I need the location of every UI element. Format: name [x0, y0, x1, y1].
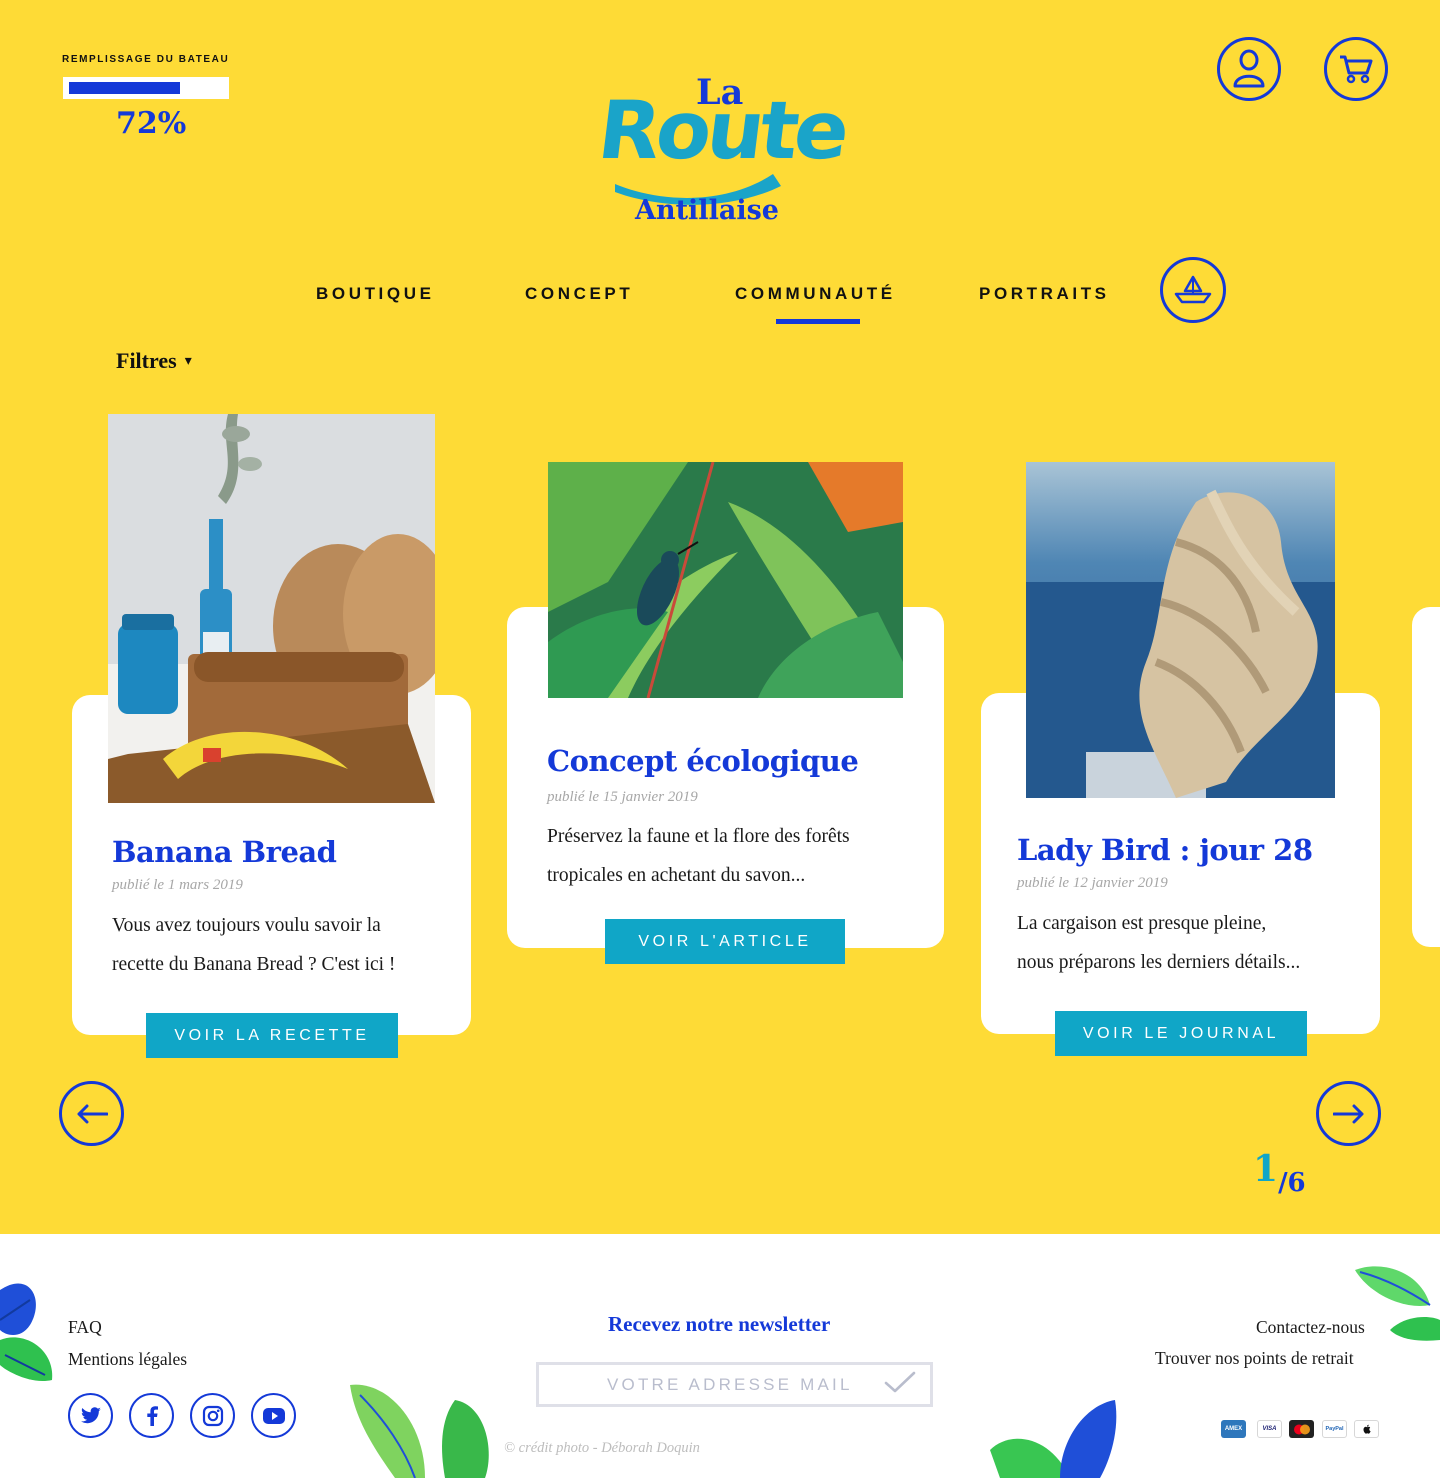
instagram-icon	[202, 1405, 223, 1426]
nav-active-indicator	[776, 319, 860, 324]
prev-button[interactable]	[59, 1081, 124, 1146]
next-button[interactable]	[1316, 1081, 1381, 1146]
nav-communaute[interactable]: COMMUNAUTÉ	[735, 284, 896, 304]
card-excerpt-line: nous préparons les derniers détails...	[1017, 952, 1301, 973]
card-excerpt: Préservez la faune et la flore des forêt…	[547, 817, 850, 895]
card-title[interactable]: Banana Bread	[112, 835, 337, 869]
card-title[interactable]: Concept écologique	[547, 744, 859, 778]
rope-photo[interactable]	[1026, 462, 1335, 798]
pagination: 1/6	[1253, 1148, 1306, 1198]
footer-link-points-retrait[interactable]: Trouver nos points de retrait	[1155, 1348, 1354, 1369]
arrow-right-icon	[1332, 1104, 1363, 1123]
amex-icon: AMEX	[1221, 1420, 1246, 1438]
boat-fill-label: REMPLISSAGE DU BATEAU	[62, 54, 230, 65]
voir-la-recette-button[interactable]: VOIR LA RECETTE	[146, 1013, 398, 1058]
arrow-left-icon	[77, 1104, 108, 1123]
voir-le-journal-button[interactable]: VOIR LE JOURNAL	[1055, 1011, 1307, 1056]
account-button[interactable]	[1217, 37, 1281, 101]
newsletter-title: Recevez notre newsletter	[608, 1312, 831, 1336]
logo-antillaise: Antillaise	[635, 195, 779, 226]
card-excerpt: Vous avez toujours voulu savoir la recet…	[112, 906, 395, 984]
hero-section: REMPLISSAGE DU BATEAU 72% La Route Antil…	[0, 0, 1440, 1234]
check-icon[interactable]	[884, 1371, 916, 1395]
visa-icon: VISA	[1257, 1420, 1282, 1438]
newsletter-email-input[interactable]: VOTRE ADRESSE MAIL	[536, 1362, 933, 1407]
twitter-link[interactable]	[68, 1393, 113, 1438]
boat-fill-percent: 72%	[116, 106, 187, 141]
cart-icon	[1340, 55, 1373, 84]
apple-pay-icon	[1354, 1420, 1379, 1438]
card-date: publié le 1 mars 2019	[112, 877, 243, 893]
pagination-total: /6	[1278, 1168, 1306, 1198]
youtube-icon	[262, 1407, 285, 1424]
facebook-link[interactable]	[129, 1393, 174, 1438]
filters-label: Filtres	[116, 348, 177, 373]
card-excerpt-line: La cargaison est presque pleine,	[1017, 913, 1267, 934]
twitter-icon	[80, 1406, 101, 1423]
voir-l-article-button[interactable]: VOIR L'ARTICLE	[605, 919, 845, 964]
card-excerpt-line: Vous avez toujours voulu savoir la	[112, 915, 381, 936]
nav-concept[interactable]: CONCEPT	[525, 284, 633, 304]
card-excerpt-line: Préservez la faune et la flore des forêt…	[547, 826, 850, 847]
hummingbird-photo[interactable]	[548, 462, 903, 698]
leaf-decoration	[350, 1384, 489, 1478]
boat-icon	[1174, 275, 1212, 304]
nav-boutique[interactable]: BOUTIQUE	[316, 284, 435, 304]
leaf-decoration	[0, 1283, 53, 1382]
paypal-icon: PayPal	[1322, 1420, 1347, 1438]
card-date: publié le 15 janvier 2019	[547, 789, 698, 805]
boat-button[interactable]	[1160, 257, 1226, 323]
footer-link-faq[interactable]: FAQ	[68, 1317, 102, 1338]
logo[interactable]: La Route Antillaise	[593, 70, 850, 235]
facebook-icon	[146, 1405, 158, 1426]
footer-link-contact[interactable]: Contactez-nous	[1256, 1317, 1365, 1338]
boat-fill-progress	[63, 77, 229, 99]
user-icon	[1233, 49, 1265, 88]
youtube-link[interactable]	[251, 1393, 296, 1438]
boat-fill-bar	[69, 82, 180, 94]
newsletter-placeholder: VOTRE ADRESSE MAIL	[607, 1374, 853, 1394]
instagram-link[interactable]	[190, 1393, 235, 1438]
card-excerpt-line: tropicales en achetant du savon...	[547, 865, 806, 886]
chevron-down-icon: ▾	[184, 353, 192, 369]
footer-link-mentions-legales[interactable]: Mentions légales	[68, 1349, 187, 1370]
filters-toggle[interactable]: Filtres ▾	[116, 348, 192, 374]
pagination-current: 1	[1253, 1148, 1279, 1190]
card-excerpt-line: recette du Banana Bread ? C'est ici !	[112, 954, 396, 975]
logo-route: Route	[593, 84, 851, 177]
card-date: publié le 12 janvier 2019	[1017, 875, 1168, 891]
mastercard-icon	[1289, 1420, 1314, 1438]
nav-portraits[interactable]: PORTRAITS	[979, 284, 1110, 304]
cart-button[interactable]	[1324, 37, 1388, 101]
card-excerpt: La cargaison est presque pleine, nous pr…	[1017, 904, 1300, 982]
leaf-decoration	[990, 1400, 1117, 1478]
next-card-peek[interactable]	[1412, 607, 1440, 947]
photo-credit: © crédit photo - Déborah Doquin	[504, 1440, 700, 1456]
banana-bread-photo[interactable]	[108, 414, 435, 803]
card-title[interactable]: Lady Bird : jour 28	[1017, 833, 1313, 867]
